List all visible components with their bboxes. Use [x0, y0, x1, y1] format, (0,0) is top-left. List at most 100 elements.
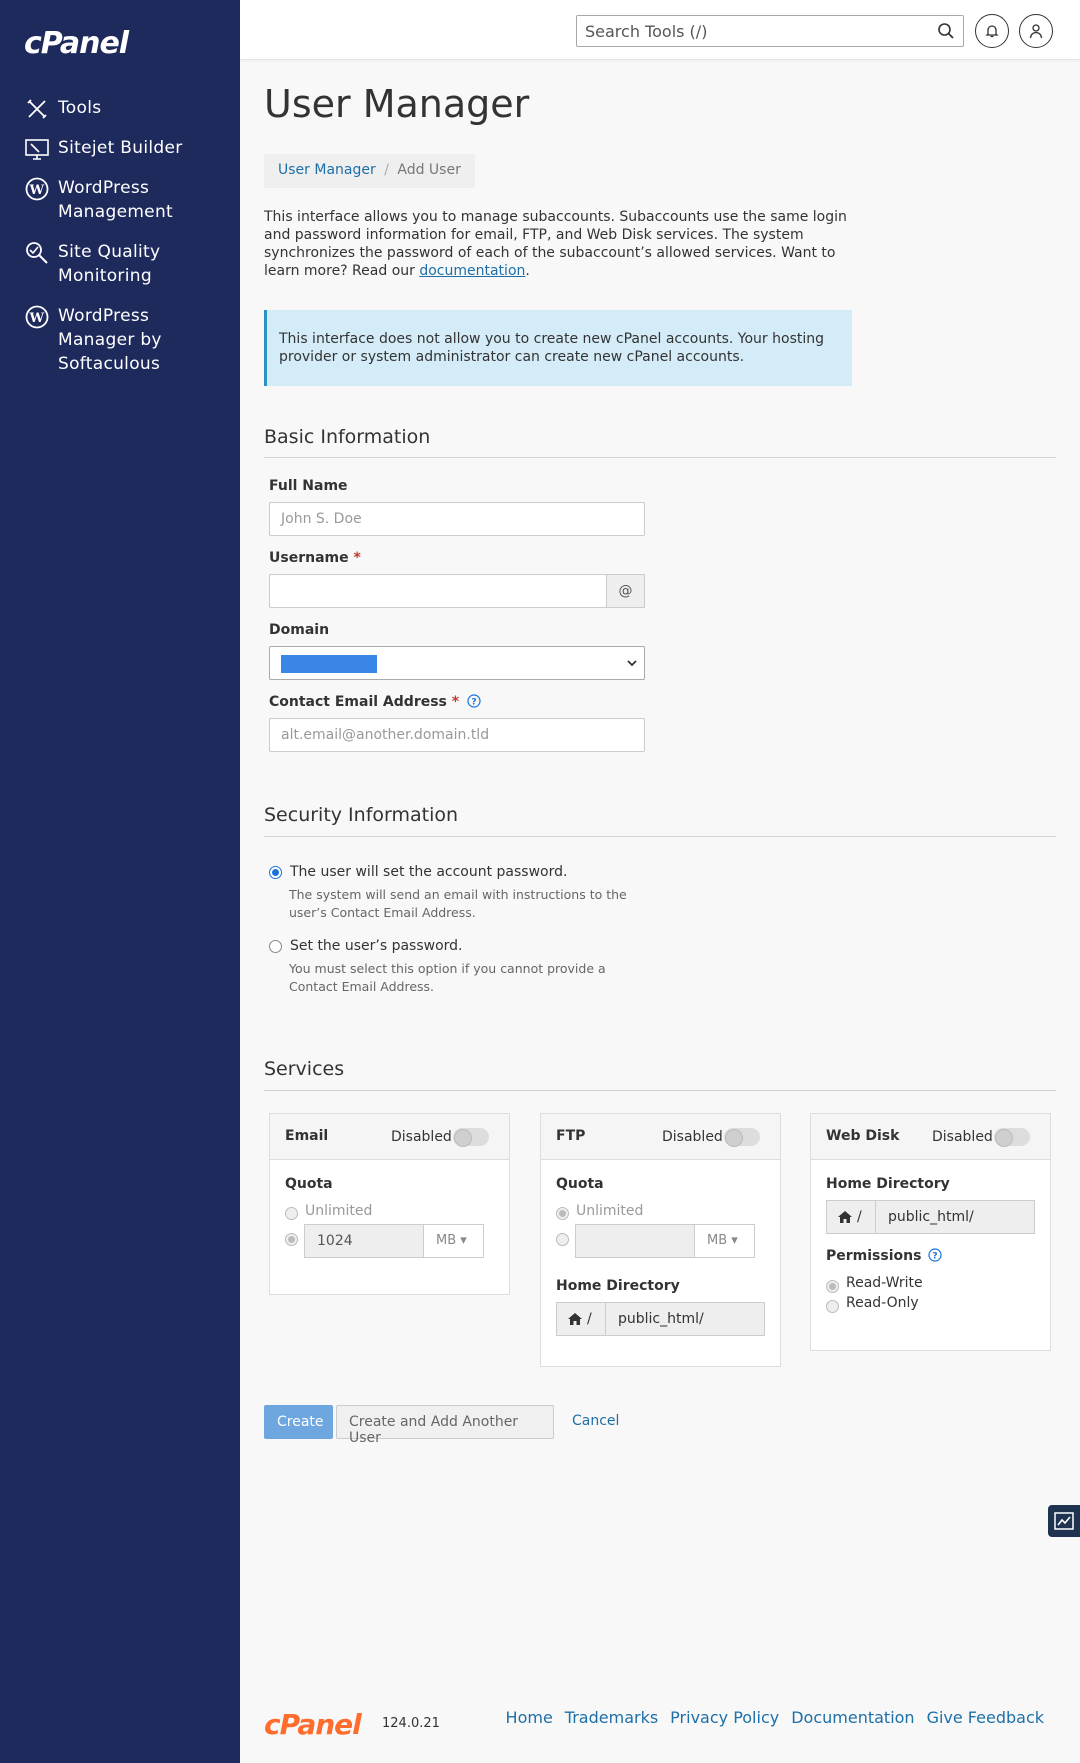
password-option-set-password[interactable]: Set the user’s password.: [269, 936, 463, 956]
breadcrumb: User Manager / Add User: [264, 154, 475, 188]
user-icon: [1029, 24, 1043, 39]
tools-icon: [24, 96, 50, 122]
site-quality-icon: [24, 240, 50, 266]
footer-link-trademarks[interactable]: Trademarks: [565, 1708, 658, 1727]
search-icon[interactable]: [937, 22, 955, 44]
bell-icon: [985, 25, 999, 38]
sidebar-item-label: Site Quality Monitoring: [58, 242, 161, 286]
domain-select[interactable]: [269, 646, 645, 680]
full-name-field[interactable]: John S. Doe: [269, 502, 645, 536]
section-divider: [264, 836, 1056, 837]
chart-icon: [1054, 1512, 1074, 1530]
sidebar-item-site-quality[interactable]: Site Quality Monitoring: [24, 240, 204, 288]
panel-header: Email Disabled: [270, 1114, 509, 1160]
radio-button[interactable]: [269, 940, 282, 953]
page-title: User Manager: [264, 82, 530, 126]
svg-text:?: ?: [933, 1252, 938, 1262]
breadcrumb-parent-link[interactable]: User Manager: [278, 162, 376, 178]
webdisk-service-panel: Web Disk Disabled Home Directory / publi…: [810, 1113, 1051, 1351]
svg-text:?: ?: [471, 698, 476, 708]
stats-button[interactable]: [1048, 1505, 1080, 1537]
section-divider: [264, 1090, 1056, 1091]
domain-label: Domain: [269, 622, 330, 638]
wordpress-icon: W: [24, 304, 50, 330]
footer-link-home[interactable]: Home: [506, 1708, 553, 1727]
footer-cpanel-logo[interactable]: cPanel: [264, 1708, 362, 1741]
radio-button[interactable]: [826, 1280, 839, 1293]
unit-dropdown[interactable]: MB ▾: [423, 1224, 484, 1258]
ftp-toggle[interactable]: [724, 1128, 760, 1147]
username-label: Username *: [269, 550, 361, 566]
create-and-add-another-button[interactable]: Create and Add Another User: [336, 1405, 554, 1446]
username-field[interactable]: [269, 574, 607, 608]
email-service-panel: Email Disabled Quota Unlimited 1024 MB ▾: [269, 1113, 510, 1295]
intro-text: This interface allows you to manage suba…: [264, 209, 847, 279]
search-input[interactable]: Search Tools (/): [576, 15, 964, 47]
contact-email-label: Contact Email Address * ?: [269, 694, 481, 712]
radio-button[interactable]: [556, 1207, 569, 1220]
top-bar: Search Tools (/): [240, 0, 1080, 60]
password-option-user-sets[interactable]: The user will set the account password.: [269, 862, 567, 882]
unit-dropdown[interactable]: MB ▾: [694, 1224, 755, 1258]
panel-header: Web Disk Disabled: [811, 1114, 1050, 1160]
create-button[interactable]: Create: [264, 1405, 333, 1439]
notifications-button[interactable]: [975, 14, 1009, 48]
email-toggle[interactable]: [453, 1128, 489, 1147]
email-quota-input[interactable]: 1024: [304, 1224, 424, 1258]
sidebar-item-label: Tools: [58, 98, 102, 118]
radio-button[interactable]: [285, 1233, 298, 1246]
sidebar-item-sitejet[interactable]: Sitejet Builder: [24, 136, 183, 162]
option-help-text: You must select this option if you canno…: [289, 961, 606, 994]
section-divider: [264, 457, 1056, 458]
sidebar-item-label: WordPress Management: [58, 178, 173, 222]
basic-info-heading: Basic Information: [264, 426, 431, 448]
radio-button[interactable]: [269, 866, 282, 879]
full-name-label: Full Name: [269, 478, 348, 494]
sidebar-item-wordpress-management[interactable]: W WordPress Management: [24, 176, 204, 224]
ftp-quota-input[interactable]: [575, 1224, 695, 1258]
documentation-link[interactable]: documentation: [419, 263, 525, 279]
cpanel-logo[interactable]: cPanel: [24, 26, 129, 61]
version-text: 124.0.21: [382, 1716, 440, 1731]
help-icon[interactable]: ?: [928, 1248, 942, 1266]
security-info-heading: Security Information: [264, 804, 459, 826]
webdisk-home-directory-field[interactable]: public_html/: [875, 1200, 1035, 1234]
required-marker: *: [353, 550, 361, 566]
sidebar-item-tools[interactable]: Tools: [24, 96, 101, 122]
services-heading: Services: [264, 1058, 345, 1080]
ftp-home-directory-field[interactable]: public_html/: [605, 1302, 765, 1336]
info-alert: This interface does not allow you to cre…: [264, 310, 852, 386]
sitejet-icon: [24, 136, 50, 162]
sidebar-item-label: WordPress Manager by Softaculous: [58, 306, 162, 374]
footer-link-documentation[interactable]: Documentation: [791, 1708, 914, 1727]
sidebar-item-wordpress-softaculous[interactable]: W WordPress Manager by Softaculous: [24, 304, 204, 376]
panel-header: FTP Disabled: [541, 1114, 780, 1160]
chevron-down-icon: [626, 655, 638, 675]
radio-button[interactable]: [826, 1300, 839, 1313]
cancel-link[interactable]: Cancel: [560, 1405, 631, 1439]
help-icon[interactable]: ?: [467, 694, 481, 712]
svg-text:W: W: [29, 183, 45, 198]
home-directory-addon: /: [556, 1302, 606, 1336]
webdisk-toggle[interactable]: [994, 1128, 1030, 1147]
sidebar: cPanel Tools Sitejet Builder W WordPress…: [0, 0, 240, 1763]
contact-email-field[interactable]: alt.email@another.domain.tld: [269, 718, 645, 752]
breadcrumb-separator: /: [384, 162, 389, 178]
home-directory-addon: /: [826, 1200, 876, 1234]
at-sign-addon: @: [606, 574, 645, 608]
home-icon: [838, 1211, 852, 1223]
ftp-service-panel: FTP Disabled Quota Unlimited MB ▾ Home D…: [540, 1113, 781, 1367]
footer-link-feedback[interactable]: Give Feedback: [927, 1708, 1044, 1727]
option-help-text: The system will send an email with instr…: [289, 887, 627, 920]
domain-selected-value: [281, 655, 377, 673]
svg-text:W: W: [29, 311, 45, 326]
home-icon: [568, 1313, 582, 1325]
breadcrumb-current: Add User: [397, 162, 461, 178]
radio-button[interactable]: [556, 1233, 569, 1246]
sidebar-item-label: Sitejet Builder: [58, 138, 183, 158]
wordpress-icon: W: [24, 176, 50, 202]
footer-links: Home Trademarks Privacy Policy Documenta…: [506, 1708, 1044, 1727]
radio-button[interactable]: [285, 1207, 298, 1220]
footer-link-privacy[interactable]: Privacy Policy: [670, 1708, 779, 1727]
user-menu-button[interactable]: [1019, 14, 1053, 48]
